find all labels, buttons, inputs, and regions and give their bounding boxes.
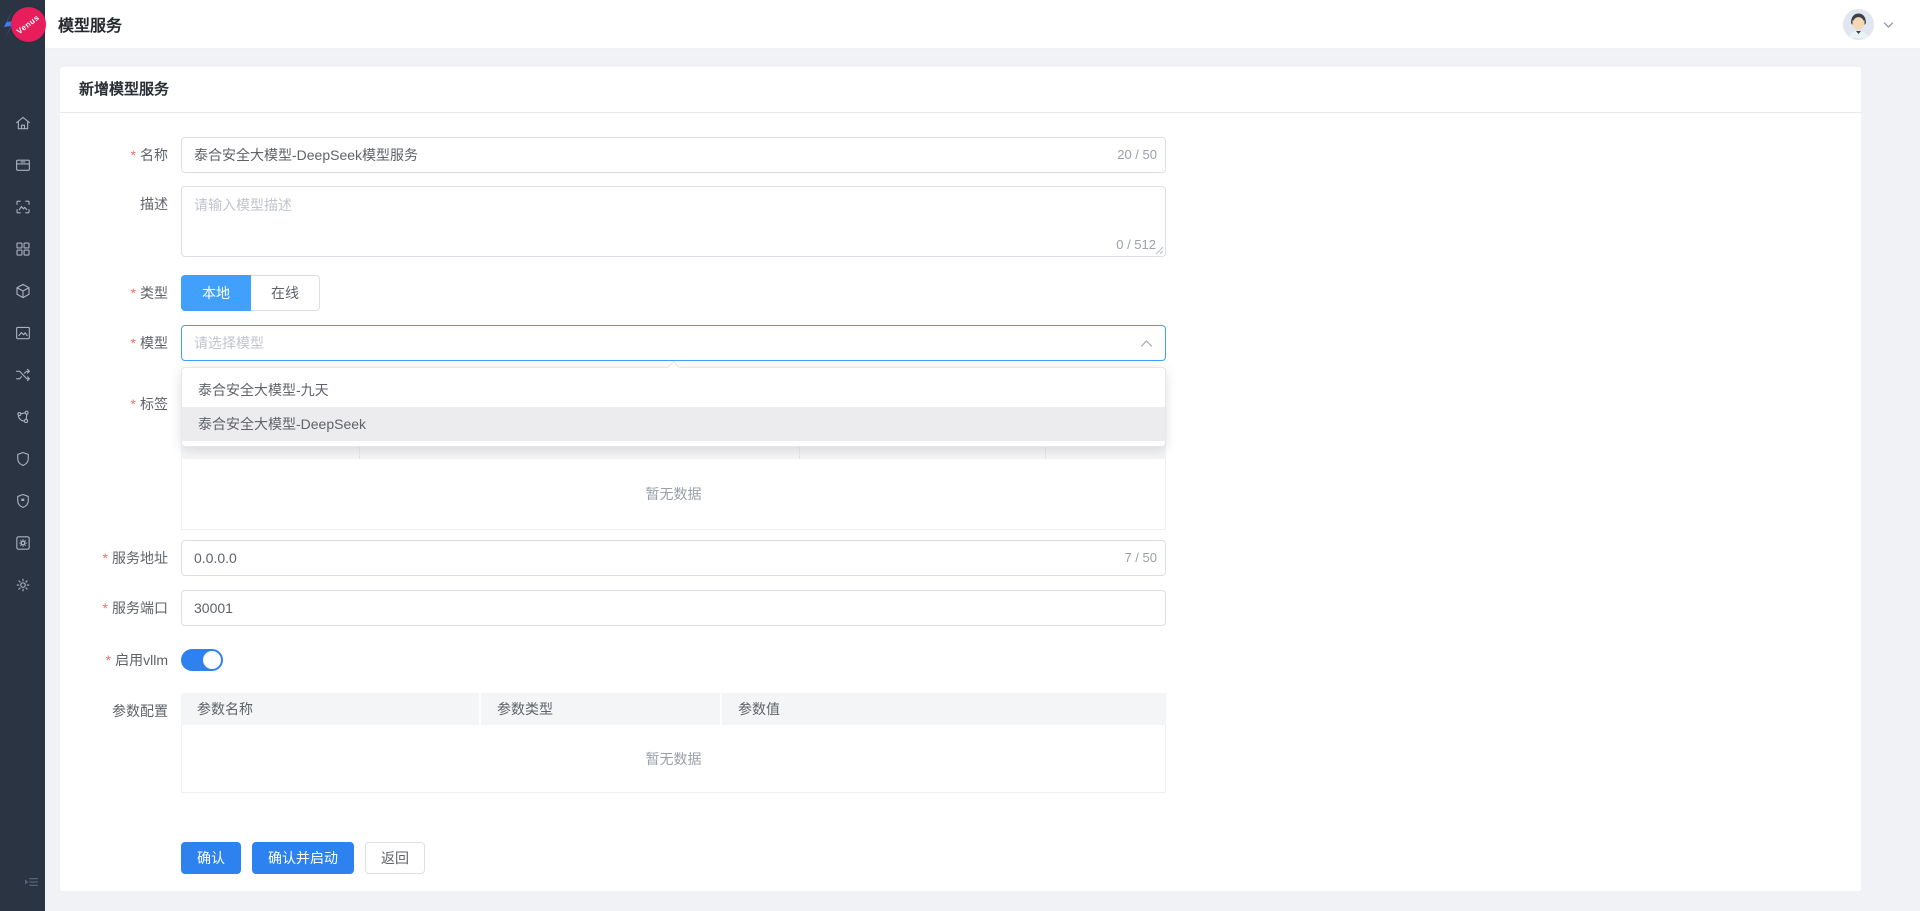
vllm-label: 启用vllm bbox=[60, 642, 181, 678]
model-service-form: 名称 20 / 50 描述 0 / 512 bbox=[60, 113, 1861, 874]
name-row: 名称 20 / 50 bbox=[60, 137, 1861, 173]
model-row: 模型 请选择模型 泰合安全大模型-九天 泰合安全大模型-DeepSeek bbox=[60, 325, 1861, 361]
model-dropdown: 泰合安全大模型-九天 泰合安全大模型-DeepSeek bbox=[181, 367, 1166, 447]
port-label: 服务端口 bbox=[60, 590, 181, 626]
user-avatar[interactable] bbox=[1843, 9, 1874, 40]
shuffle-icon[interactable] bbox=[14, 366, 32, 384]
apps-grid-icon[interactable] bbox=[14, 240, 32, 258]
params-table-header: 参数名称 参数类型 参数值 bbox=[181, 693, 1166, 725]
nodes-icon[interactable] bbox=[14, 408, 32, 426]
image-chart-icon[interactable] bbox=[14, 324, 32, 342]
chevron-up-icon bbox=[1140, 339, 1153, 348]
type-label: 类型 bbox=[60, 275, 181, 311]
confirm-button[interactable]: 确认 bbox=[181, 842, 241, 874]
add-model-service-card: 新增模型服务 名称 20 / 50 描述 0 / 512 bbox=[60, 67, 1861, 891]
model-select-placeholder: 请选择模型 bbox=[194, 333, 1140, 353]
type-radio-group: 本地 在线 bbox=[181, 275, 1166, 311]
shield-flag-icon[interactable] bbox=[14, 492, 32, 510]
name-input[interactable] bbox=[181, 137, 1166, 173]
user-menu[interactable] bbox=[1843, 0, 1894, 49]
cube-icon[interactable] bbox=[14, 282, 32, 300]
page-title: 模型服务 bbox=[58, 12, 122, 36]
address-label: 服务地址 bbox=[60, 540, 181, 576]
app-logo[interactable]: Venus bbox=[0, 3, 52, 47]
type-option-online[interactable]: 在线 bbox=[251, 275, 320, 311]
vllm-toggle-knob bbox=[203, 651, 221, 669]
params-col-value: 参数值 bbox=[722, 693, 1166, 725]
home-icon[interactable] bbox=[14, 114, 32, 132]
capture-icon[interactable] bbox=[14, 198, 32, 216]
type-row: 类型 本地 在线 bbox=[60, 275, 1861, 311]
actions-row: 确认 确认并启动 返回 bbox=[60, 842, 1861, 874]
params-col-name: 参数名称 bbox=[181, 693, 481, 725]
logo-text: Venus bbox=[15, 13, 41, 36]
vllm-row: 启用vllm bbox=[60, 642, 1861, 678]
params-label: 参数配置 bbox=[60, 693, 181, 793]
card-title: 新增模型服务 bbox=[60, 67, 1861, 113]
vllm-toggle[interactable] bbox=[181, 649, 223, 671]
model-label: 模型 bbox=[60, 325, 181, 361]
back-button[interactable]: 返回 bbox=[365, 842, 425, 874]
description-textarea[interactable] bbox=[181, 186, 1166, 257]
address-row: 服务地址 7 / 50 bbox=[60, 540, 1861, 576]
params-empty-text: 暂无数据 bbox=[646, 749, 702, 769]
description-row: 描述 0 / 512 bbox=[60, 186, 1861, 257]
model-select[interactable]: 请选择模型 bbox=[181, 325, 1166, 361]
folder-icon[interactable] bbox=[14, 156, 32, 174]
sidebar: Venus bbox=[0, 0, 45, 911]
params-col-type: 参数类型 bbox=[481, 693, 722, 725]
tags-empty-text: 暂无数据 bbox=[646, 484, 702, 504]
address-input[interactable] bbox=[181, 540, 1166, 576]
port-row: 服务端口 bbox=[60, 590, 1861, 626]
model-option-deepseek[interactable]: 泰合安全大模型-DeepSeek bbox=[182, 407, 1165, 441]
top-bar: 模型服务 bbox=[45, 0, 1920, 49]
gear-icon[interactable] bbox=[14, 576, 32, 594]
dropdown-arrow bbox=[667, 361, 680, 374]
model-option-jiutian[interactable]: 泰合安全大模型-九天 bbox=[182, 373, 1165, 407]
sidebar-nav bbox=[0, 114, 45, 594]
type-option-local[interactable]: 本地 bbox=[181, 275, 251, 311]
name-label: 名称 bbox=[60, 137, 181, 173]
menu-unfold-icon[interactable] bbox=[22, 873, 40, 891]
chevron-down-icon[interactable] bbox=[1883, 21, 1894, 29]
description-label: 描述 bbox=[60, 186, 181, 257]
params-table-empty: 暂无数据 bbox=[181, 725, 1166, 793]
port-input[interactable] bbox=[181, 590, 1166, 626]
gear-box-icon[interactable] bbox=[14, 534, 32, 552]
tags-label: 标签 bbox=[60, 386, 181, 530]
shield-icon[interactable] bbox=[14, 450, 32, 468]
confirm-and-start-button[interactable]: 确认并启动 bbox=[252, 842, 354, 874]
logo-circle: Venus bbox=[11, 7, 46, 42]
tags-table-empty: 暂无数据 bbox=[181, 459, 1166, 530]
params-row: 参数配置 参数名称 参数类型 参数值 暂无数据 bbox=[60, 693, 1861, 793]
